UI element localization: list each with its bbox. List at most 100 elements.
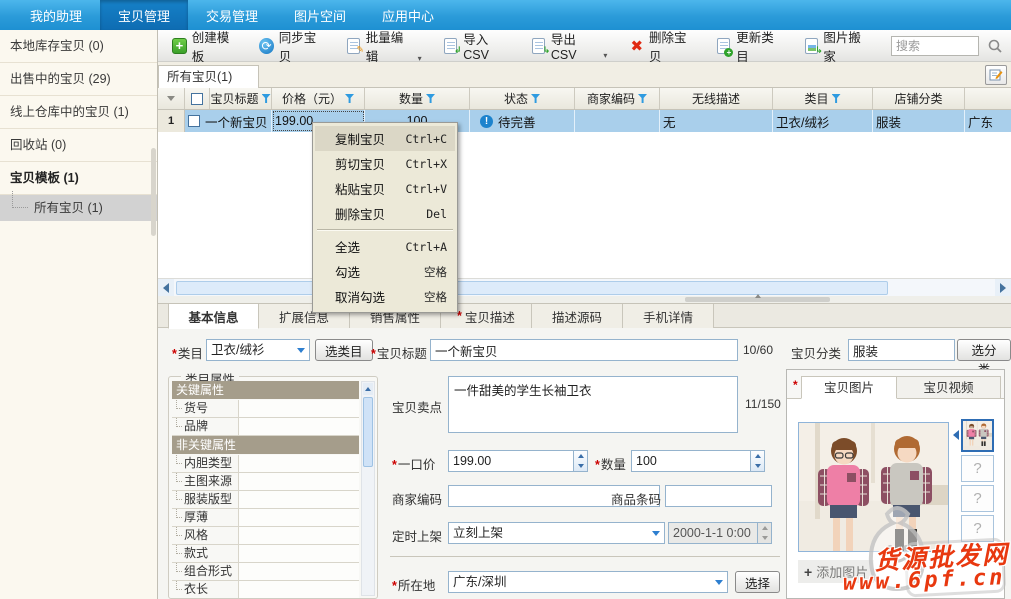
stepper-buttons[interactable] xyxy=(573,451,587,471)
attr-value-input[interactable] xyxy=(238,473,359,491)
sidebar-scrollbar[interactable] xyxy=(151,148,156,236)
attr-value-input[interactable] xyxy=(238,509,359,527)
menu-item-cut[interactable]: 剪切宝贝 Ctrl+X xyxy=(315,151,455,176)
table-row[interactable]: 1 一个新宝贝 199.00 100 待完善 无 卫衣/绒衫 xyxy=(158,110,1011,132)
filter-icon[interactable] xyxy=(832,94,841,103)
tab-item-video[interactable]: 宝贝视频 xyxy=(897,376,1001,399)
filter-icon[interactable] xyxy=(345,94,354,103)
nav-app-center[interactable]: 应用中心 xyxy=(364,0,452,30)
scroll-right-arrow[interactable] xyxy=(995,279,1011,297)
barcode-input[interactable] xyxy=(665,485,772,507)
scrollbar-thumb[interactable] xyxy=(176,281,888,295)
shop-category-input[interactable] xyxy=(848,339,955,361)
image-slot-empty[interactable]: ? xyxy=(961,455,994,482)
column-title[interactable]: 宝贝标题 xyxy=(210,88,272,109)
sync-items-button[interactable]: ⟳ 同步宝贝 xyxy=(259,27,324,65)
attr-value-input[interactable] xyxy=(238,418,359,436)
select-category-button[interactable]: 选类目 xyxy=(315,339,373,361)
scroll-left-arrow[interactable] xyxy=(158,279,174,297)
attr-value-input[interactable] xyxy=(238,400,359,418)
column-location[interactable] xyxy=(965,88,1011,109)
update-category-button[interactable]: + 更新类目 xyxy=(717,27,782,65)
location-dropdown[interactable]: 广东/深圳 xyxy=(448,571,728,593)
chevron-down-icon[interactable]: ▾ xyxy=(603,51,607,62)
grid-empty-body[interactable] xyxy=(158,132,1011,278)
batch-edit-button[interactable]: ✏︎ 批量编辑 ▾ xyxy=(346,27,421,65)
tab-basic-info[interactable]: 基本信息 xyxy=(168,304,259,329)
select-location-button[interactable]: 选择 xyxy=(735,571,780,593)
row-title-cell[interactable]: 一个新宝贝 xyxy=(185,110,272,132)
column-quantity[interactable]: 数量 xyxy=(365,88,470,109)
main-product-image[interactable] xyxy=(798,422,949,552)
item-title-input[interactable] xyxy=(430,339,738,361)
selling-point-textarea[interactable]: 一件甜美的学生长袖卫衣 xyxy=(448,376,738,433)
scroll-up-arrow[interactable] xyxy=(363,383,373,395)
create-template-button[interactable]: + 创建模板 xyxy=(172,27,237,65)
attr-value-input[interactable] xyxy=(238,491,359,509)
row-merchant-code-cell[interactable] xyxy=(575,110,660,132)
tab-description-source[interactable]: 描述源码 xyxy=(532,304,623,328)
row-checkbox[interactable] xyxy=(188,115,200,127)
row-status-cell[interactable]: 待完善 xyxy=(470,110,575,132)
select-shop-category-button[interactable]: 选分类 xyxy=(957,339,1011,361)
delete-items-button[interactable]: ✖ 删除宝贝 xyxy=(629,27,694,65)
menu-item-uncheck[interactable]: 取消勾选 空格 xyxy=(315,284,455,309)
row-category-cell[interactable]: 卫衣/绒衫 xyxy=(773,110,873,132)
horizontal-scrollbar[interactable] xyxy=(158,278,1011,296)
column-price[interactable]: 价格（元） xyxy=(272,88,365,109)
filter-icon[interactable] xyxy=(262,94,271,103)
column-status[interactable]: 状态 xyxy=(470,88,575,109)
attr-value-input[interactable] xyxy=(238,527,359,545)
tab-all-items[interactable]: 所有宝贝(1) xyxy=(158,65,259,88)
export-csv-button[interactable]: ↳ 导出CSV ▾ xyxy=(532,29,608,62)
attr-value-input[interactable] xyxy=(238,545,359,563)
price-input[interactable] xyxy=(449,451,572,471)
image-slot-empty[interactable]: ? xyxy=(961,515,994,542)
schedule-dropdown[interactable]: 立刻上架 xyxy=(448,522,665,544)
sidebar-item-on-sale[interactable]: 出售中的宝贝 (29) xyxy=(0,63,157,96)
attr-value-input[interactable] xyxy=(238,581,359,598)
image-move-button[interactable]: ↳ 图片搬家 xyxy=(804,27,869,65)
menu-item-paste[interactable]: 粘贴宝贝 Ctrl+V xyxy=(315,176,455,201)
sidebar-item-local-inventory[interactable]: 本地库存宝贝 (0) xyxy=(0,30,157,63)
menu-item-select-all[interactable]: 全选 Ctrl+A xyxy=(315,234,455,259)
add-image-button[interactable]: + 添加图片 xyxy=(798,560,874,583)
filter-icon[interactable] xyxy=(531,94,540,103)
menu-item-delete[interactable]: 删除宝贝 Del xyxy=(315,201,455,226)
image-slot-empty[interactable]: ? xyxy=(961,485,994,512)
search-input[interactable] xyxy=(891,36,979,56)
quantity-input[interactable] xyxy=(632,451,749,471)
search-icon[interactable] xyxy=(987,38,1003,54)
nav-item-management[interactable]: 宝贝管理 xyxy=(100,0,188,30)
menu-item-check[interactable]: 勾选 空格 xyxy=(315,259,455,284)
column-merchant-code[interactable]: 商家编码 xyxy=(575,88,660,109)
category-dropdown[interactable]: 卫衣/绒衫 xyxy=(206,339,310,361)
row-shop-category-cell[interactable]: 服装 xyxy=(873,110,965,132)
quantity-stepper[interactable] xyxy=(631,450,765,472)
column-shop-category[interactable]: 店铺分类 xyxy=(873,88,965,109)
import-csv-button[interactable]: ↲ 导入CSV xyxy=(444,29,510,62)
tab-item-images[interactable]: 宝贝图片 xyxy=(801,376,897,399)
stepper-buttons[interactable] xyxy=(750,451,764,471)
sidebar-item-recycle-bin[interactable]: 回收站 (0) xyxy=(0,129,157,162)
scrollbar-thumb[interactable] xyxy=(363,397,373,467)
row-wireless-desc-cell[interactable]: 无 xyxy=(660,110,773,132)
select-all-checkbox[interactable] xyxy=(185,88,210,109)
header-dropdown-cell[interactable] xyxy=(158,88,185,109)
menu-item-copy[interactable]: 复制宝贝 Ctrl+C xyxy=(315,126,455,151)
splitter-handle[interactable] xyxy=(685,297,830,302)
filter-icon[interactable] xyxy=(638,94,647,103)
nav-trade-management[interactable]: 交易管理 xyxy=(188,0,276,30)
column-wireless-desc[interactable]: 无线描述 xyxy=(660,88,773,109)
filter-icon[interactable] xyxy=(426,94,435,103)
nav-my-assistant[interactable]: 我的助理 xyxy=(12,0,100,30)
row-location-cell[interactable]: 广东 xyxy=(965,110,1011,132)
nav-image-space[interactable]: 图片空间 xyxy=(276,0,364,30)
sidebar-item-online-warehouse[interactable]: 线上仓库中的宝贝 (1) xyxy=(0,96,157,129)
attr-value-input[interactable] xyxy=(238,563,359,581)
column-category[interactable]: 类目 xyxy=(773,88,873,109)
tab-mobile-details[interactable]: 手机详情 xyxy=(623,304,714,328)
sidebar-item-all-items[interactable]: 所有宝贝 (1) xyxy=(0,195,157,221)
edit-columns-button[interactable] xyxy=(985,65,1007,85)
attr-value-input[interactable] xyxy=(238,455,359,473)
